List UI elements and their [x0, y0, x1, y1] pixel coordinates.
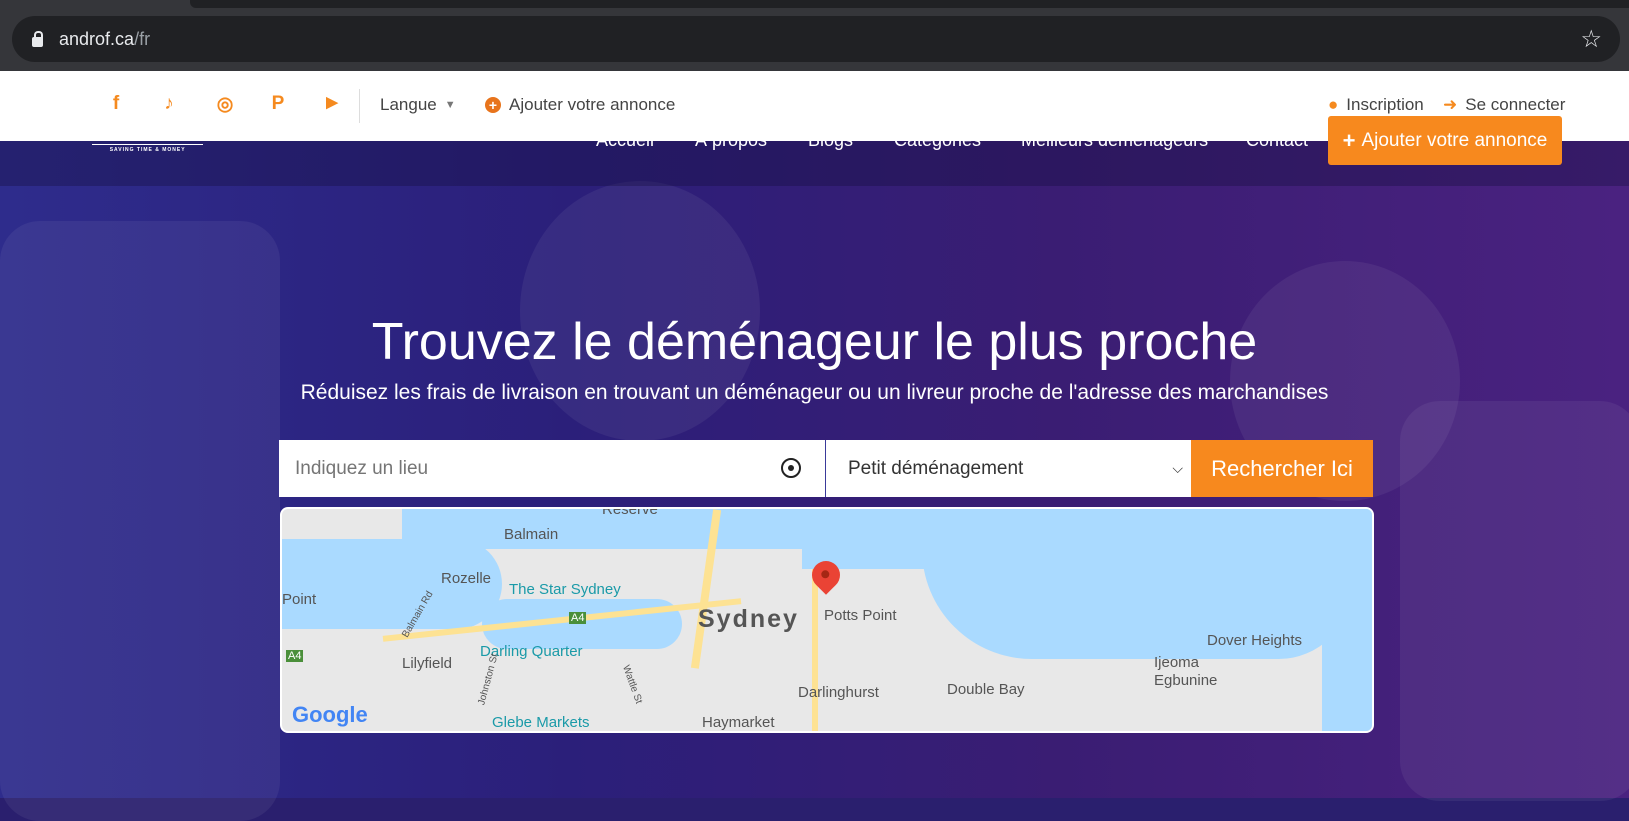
map-label: Potts Point — [824, 607, 897, 624]
user-icon: ● — [1328, 95, 1339, 114]
language-dropdown[interactable]: Langue ▼ — [380, 95, 456, 115]
nav-best-movers[interactable]: Meilleurs déménageurs — [1021, 130, 1208, 151]
road-shield: A4 — [286, 650, 304, 662]
url-path: /fr — [134, 28, 151, 49]
crosshair-locate-icon[interactable] — [781, 458, 801, 478]
plus-circle-icon: + — [485, 97, 501, 113]
login-label: Se connecter — [1465, 95, 1566, 114]
add-listing-link[interactable]: + Ajouter votre annonce — [485, 95, 675, 115]
map-label: Dover Heights — [1207, 632, 1303, 649]
map-label: Glebe Markets — [492, 714, 590, 731]
sign-in-icon: ➜ — [1443, 95, 1458, 114]
login-link[interactable]: ➜ Se connecter — [1443, 95, 1565, 115]
signup-label: Inscription — [1346, 95, 1424, 114]
tiktok-icon[interactable]: ♪ — [157, 93, 181, 115]
category-value: Petit déménagement — [848, 457, 1024, 479]
map-label: Wattle St — [620, 663, 645, 706]
add-listing-label: Ajouter votre annonce — [509, 95, 676, 114]
map-label: Reserve — [602, 507, 658, 518]
url-host: androf.ca — [59, 28, 135, 49]
signup-link[interactable]: ● Inscription — [1328, 95, 1424, 115]
youtube-icon[interactable]: ▶ — [320, 93, 344, 111]
nav-categories[interactable]: Catégories — [894, 130, 981, 151]
location-input[interactable] — [279, 440, 825, 497]
add-listing-button[interactable]: + Ajouter votre annonce — [1328, 116, 1562, 165]
map-label: Haymarket — [702, 714, 775, 731]
category-select[interactable]: Petit déménagement ⌵ — [825, 440, 1191, 497]
facebook-icon[interactable]: f — [104, 93, 128, 115]
chevron-down-icon: ⌵ — [1172, 460, 1183, 476]
google-logo: Google — [292, 702, 368, 727]
search-form: Petit déménagement ⌵ Rechercher Ici — [279, 440, 1373, 497]
map-label: Sydney — [698, 605, 799, 633]
hero-subtitle: Réduisez les frais de livraison en trouv… — [300, 381, 1329, 404]
nav-blogs[interactable]: Blogs — [808, 130, 853, 151]
map-label: Double Bay — [947, 681, 1025, 698]
search-button[interactable]: Rechercher Ici — [1191, 440, 1373, 497]
caret-down-icon: ▼ — [444, 99, 456, 111]
map-label: Rozelle — [441, 570, 492, 587]
hero-title: Trouvez le déménageur le plus proche — [371, 313, 1258, 371]
language-label: Langue — [380, 95, 437, 114]
lock-icon — [32, 31, 43, 47]
nav-contact[interactable]: Contact — [1246, 130, 1308, 151]
add-listing-button-label: Ajouter votre annonce — [1361, 129, 1548, 151]
nav-accueil[interactable]: Accueil — [596, 130, 654, 151]
map-label: Darlinghurst — [798, 684, 879, 701]
map-label: The Star Sydney — [509, 581, 621, 598]
map-label: Johnston St — [476, 652, 501, 707]
logo-tagline: SAVING TIME & MONEY — [92, 144, 204, 153]
instagram-icon[interactable]: ◎ — [213, 93, 237, 116]
androf-logo[interactable]: ANDROF SAVING TIME & MONEY — [92, 119, 204, 153]
pinterest-icon[interactable]: P — [266, 93, 290, 115]
address-bar[interactable]: androf.ca/fr ☆ — [12, 16, 1620, 62]
divider — [359, 89, 360, 123]
road-shield: A4 — [569, 612, 587, 624]
plus-icon: + — [1342, 127, 1356, 153]
map-label: Point — [282, 591, 317, 608]
map-label: Lilyfield — [402, 655, 453, 672]
map-label: Ijeoma Egbunine — [1154, 654, 1218, 689]
map-label: Balmain — [504, 526, 559, 543]
nav-a-propos[interactable]: À propos — [695, 130, 767, 151]
logo-text: ANDROF — [92, 119, 204, 140]
map-view[interactable]: Balmain Rozelle The Star Sydney Point Sy… — [280, 507, 1374, 733]
browser-chrome: androf.ca/fr ☆ — [0, 0, 1629, 71]
bookmark-star-icon[interactable]: ☆ — [1580, 25, 1602, 54]
